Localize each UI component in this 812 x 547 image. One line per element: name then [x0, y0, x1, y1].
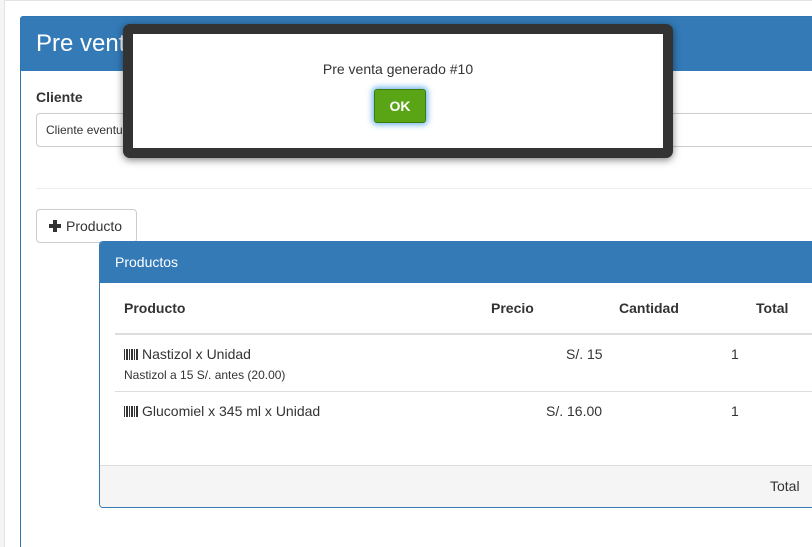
ok-button[interactable]: OK: [374, 89, 426, 123]
table-row-product: Glucomiel x 345 ml x Unidad: [124, 403, 320, 419]
alert-dialog: Pre venta generado #10 OK: [123, 24, 673, 158]
column-header-precio: Precio: [491, 300, 534, 316]
barcode-icon: [124, 349, 138, 360]
divider: [36, 188, 812, 189]
footer-total-label: Total: [770, 478, 800, 494]
column-header-cantidad: Cantidad: [619, 300, 679, 316]
page: Pre venta Cliente Cliente eventual Produ…: [0, 0, 812, 547]
products-panel-title: Productos: [100, 242, 812, 283]
product-price: S/. 16.00: [546, 403, 603, 419]
add-product-label: Producto: [66, 218, 123, 234]
product-name: Nastizol x Unidad: [142, 346, 251, 362]
column-header-total: Total: [756, 300, 789, 316]
product-note: Nastizol a 15 S/. antes (20.00): [124, 368, 286, 382]
table-header-divider: [115, 333, 812, 335]
table-row-product: Nastizol x Unidad: [124, 346, 251, 362]
add-product-button[interactable]: Producto: [36, 209, 137, 243]
products-panel: Productos Producto Precio Cantidad Total…: [99, 241, 812, 508]
products-panel-footer: Total: [100, 465, 812, 507]
product-price: S/. 15: [566, 346, 603, 362]
plus-icon: [49, 220, 61, 232]
row-divider: [115, 391, 812, 392]
product-quantity: 1: [731, 346, 739, 362]
column-header-producto: Producto: [124, 300, 186, 316]
product-name: Glucomiel x 345 ml x Unidad: [142, 403, 321, 419]
alert-message: Pre venta generado #10: [322, 61, 474, 77]
alert-dialog-body: Pre venta generado #10 OK: [133, 34, 663, 148]
product-quantity: 1: [731, 403, 739, 419]
cliente-label: Cliente: [36, 89, 83, 105]
barcode-icon: [124, 406, 138, 417]
